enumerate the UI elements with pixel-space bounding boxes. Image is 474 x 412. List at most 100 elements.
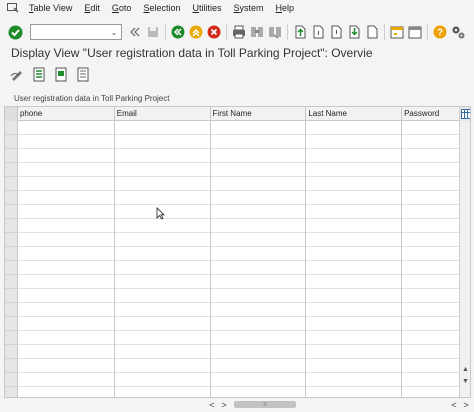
table-cell[interactable] (306, 359, 403, 373)
table-cell[interactable] (211, 261, 307, 275)
horizontal-scrollbar[interactable]: < > ≡ < > (206, 399, 472, 410)
table-cell[interactable] (211, 387, 307, 397)
table-cell[interactable] (306, 191, 403, 205)
table-settings-icon[interactable] (460, 107, 470, 121)
table-cell[interactable] (18, 177, 115, 191)
table-cell[interactable] (402, 219, 460, 233)
scroll-thumb[interactable]: ≡ (234, 401, 296, 408)
table-row[interactable] (5, 317, 460, 331)
menu-edit[interactable]: Edit (78, 3, 106, 13)
table-cell[interactable] (211, 289, 307, 303)
table-cell[interactable] (115, 359, 211, 373)
row-selector[interactable] (5, 233, 18, 247)
table-cell[interactable] (306, 261, 403, 275)
table-cell[interactable] (306, 135, 403, 149)
menu-system[interactable]: System (228, 3, 270, 13)
table-cell[interactable] (115, 275, 211, 289)
table-cell[interactable] (402, 317, 460, 331)
select-all-cell[interactable] (5, 107, 18, 121)
table-cell[interactable] (18, 289, 115, 303)
table-row[interactable] (5, 163, 460, 177)
table-cell[interactable] (402, 303, 460, 317)
table-cell[interactable] (115, 331, 211, 345)
table-cell[interactable] (18, 233, 115, 247)
table-cell[interactable] (115, 135, 211, 149)
table-cell[interactable] (306, 149, 403, 163)
table-cell[interactable] (306, 163, 403, 177)
customize-layout-icon[interactable] (449, 23, 467, 41)
table-cell[interactable] (18, 149, 115, 163)
table-cell[interactable] (211, 303, 307, 317)
scroll-up-icon[interactable]: ▲ (460, 365, 470, 375)
scroll-down-icon[interactable]: ▼ (460, 377, 470, 387)
scroll-right-icon[interactable]: > (218, 400, 230, 410)
table-cell[interactable] (115, 387, 211, 397)
next-page-icon[interactable] (327, 23, 345, 41)
table-cell[interactable] (18, 163, 115, 177)
table-row[interactable] (5, 345, 460, 359)
row-selector[interactable] (5, 275, 18, 289)
table-cell[interactable] (115, 345, 211, 359)
menu-selection[interactable]: Selection (137, 3, 186, 13)
table-cell[interactable] (306, 177, 403, 191)
table-cell[interactable] (115, 163, 211, 177)
table-row[interactable] (5, 289, 460, 303)
table-row[interactable] (5, 205, 460, 219)
table-cell[interactable] (306, 121, 403, 135)
table-cell[interactable] (306, 205, 403, 219)
table-row[interactable] (5, 261, 460, 275)
row-selector[interactable] (5, 121, 18, 135)
first-page-icon[interactable] (291, 23, 309, 41)
table-cell[interactable] (18, 261, 115, 275)
row-selector[interactable] (5, 135, 18, 149)
menu-help[interactable]: Help (270, 3, 301, 13)
table-cell[interactable] (18, 135, 115, 149)
table-cell[interactable] (115, 373, 211, 387)
select-all-icon[interactable] (32, 67, 48, 83)
system-menu-icon[interactable] (6, 3, 20, 14)
table-cell[interactable] (211, 317, 307, 331)
table-cell[interactable] (211, 177, 307, 191)
table-cell[interactable] (402, 163, 460, 177)
column-header-first-name[interactable]: First Name (211, 107, 307, 121)
previous-page-icon[interactable] (309, 23, 327, 41)
vertical-scrollbar[interactable]: ▲ ▼ (459, 107, 470, 397)
table-cell[interactable] (211, 359, 307, 373)
last-page-icon[interactable] (345, 23, 363, 41)
table-cell[interactable] (18, 317, 115, 331)
table-cell[interactable] (306, 289, 403, 303)
deselect-all-icon[interactable] (76, 67, 92, 83)
row-selector[interactable] (5, 205, 18, 219)
table-cell[interactable] (402, 149, 460, 163)
row-selector[interactable] (5, 191, 18, 205)
row-selector[interactable] (5, 373, 18, 387)
exit-icon[interactable] (187, 23, 205, 41)
table-cell[interactable] (402, 373, 460, 387)
table-cell[interactable] (402, 387, 460, 397)
table-cell[interactable] (402, 233, 460, 247)
display-change-icon[interactable] (10, 67, 26, 83)
table-cell[interactable] (211, 233, 307, 247)
table-cell[interactable] (18, 373, 115, 387)
column-header-last-name[interactable]: Last Name (306, 107, 403, 121)
table-cell[interactable] (306, 373, 403, 387)
table-cell[interactable] (18, 121, 115, 135)
table-row[interactable] (5, 191, 460, 205)
table-cell[interactable] (211, 275, 307, 289)
table-cell[interactable] (18, 205, 115, 219)
double-chevron-left-icon[interactable] (126, 23, 144, 41)
table-cell[interactable] (115, 191, 211, 205)
table-row[interactable] (5, 177, 460, 191)
row-selector[interactable] (5, 247, 18, 261)
scroll-left-icon[interactable]: < (206, 400, 218, 410)
table-cell[interactable] (402, 331, 460, 345)
table-cell[interactable] (402, 261, 460, 275)
column-header-phone[interactable]: phone (18, 107, 115, 121)
table-cell[interactable] (211, 163, 307, 177)
table-cell[interactable] (211, 219, 307, 233)
table-row[interactable] (5, 387, 460, 397)
table-cell[interactable] (18, 331, 115, 345)
table-cell[interactable] (306, 331, 403, 345)
table-cell[interactable] (306, 345, 403, 359)
table-row[interactable] (5, 359, 460, 373)
